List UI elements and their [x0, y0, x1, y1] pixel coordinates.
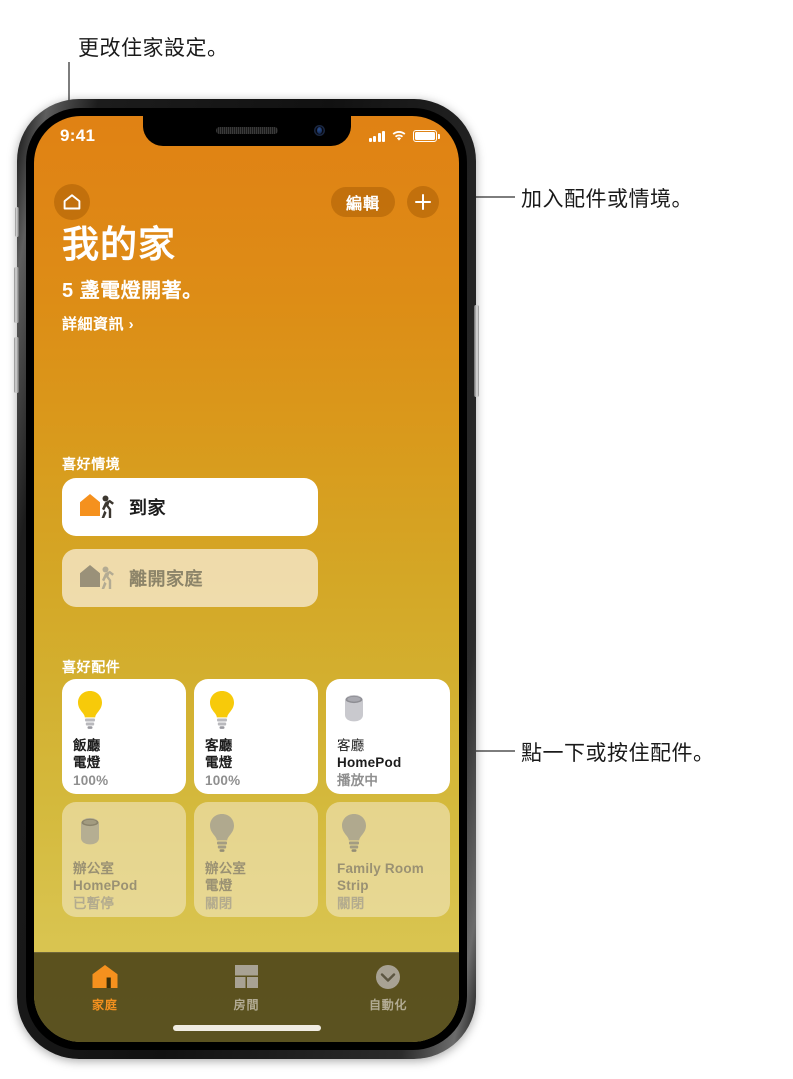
page-root: 更改住家設定。 加入配件或情境。 點一下或按住配件。 9:41 編輯 我的家 5… [0, 0, 793, 1079]
tile-name-line1: 飯廳 [73, 738, 101, 753]
tile-name-line2: 電燈 [205, 755, 233, 771]
accessory-tile[interactable]: 客廳 電燈 100% [194, 679, 318, 794]
lightbulb-icon [78, 691, 102, 729]
tile-icon-slot [337, 689, 439, 735]
favorite-scenes-list: 到家 離開家庭 [62, 478, 318, 620]
tile-status: 已暫停 [73, 895, 115, 911]
tile-icon-slot [73, 689, 175, 735]
tab-icon-slot [375, 962, 401, 991]
tab-label: 自動化 [368, 998, 408, 1012]
iphone-device-frame: 9:41 編輯 我的家 5 盞電燈開著。 詳細資訊 › 喜好情境 到家 離開家庭… [14, 99, 479, 1059]
favorite-accessories-grid: 飯廳 電燈 100% 客廳 電燈 100% 客廳 HomePod 播放中 辦公室… [62, 679, 450, 917]
status-bar: 9:41 [34, 116, 459, 150]
silent-switch[interactable] [15, 207, 19, 237]
page-title: 我的家 [62, 224, 176, 265]
tile-text-block: 辦公室 HomePod 已暫停 [73, 860, 175, 912]
accessory-tile[interactable]: 飯廳 電燈 100% [62, 679, 186, 794]
tab-home[interactable]: 家庭 [60, 962, 150, 1013]
tile-name-line1: 辦公室 [73, 861, 115, 876]
scene-label: 到家 [129, 498, 166, 518]
scene-card-leaving[interactable]: 離開家庭 [62, 549, 318, 607]
lightbulb-icon [210, 691, 234, 729]
add-accessory-button[interactable] [407, 186, 439, 218]
tile-name-line1: 辦公室 [205, 861, 247, 876]
homepod-icon [81, 818, 99, 845]
tile-text-block: 客廳 HomePod 播放中 [337, 737, 439, 789]
tile-name-line2: HomePod [73, 878, 138, 894]
tab-label: 房間 [233, 998, 260, 1012]
tile-name-line2: 電燈 [73, 755, 101, 771]
wifi-icon [392, 130, 406, 141]
home-status-summary: 5 盞電燈開著。 [62, 279, 203, 302]
tile-text-block: 客廳 電燈 100% [205, 737, 307, 789]
device-bezel: 9:41 編輯 我的家 5 盞電燈開著。 詳細資訊 › 喜好情境 到家 離開家庭… [26, 108, 467, 1050]
tile-name-line1: 客廳 [205, 738, 233, 753]
tile-name-line1: 客廳 [337, 738, 365, 753]
tile-status: 關閉 [205, 895, 233, 911]
accessories-section-title: 喜好配件 [62, 659, 121, 675]
callout-label-add: 加入配件或情境。 [521, 188, 693, 211]
tile-status: 關閉 [337, 895, 365, 911]
tile-status: 100% [205, 772, 241, 788]
volume-up-button[interactable] [14, 267, 19, 323]
tile-icon-slot [73, 812, 175, 858]
home-settings-button[interactable] [54, 184, 90, 220]
house-icon [63, 194, 81, 210]
house-filled-icon [92, 965, 118, 988]
scene-label: 離開家庭 [129, 569, 203, 589]
tile-text-block: Family Room Strip 關閉 [337, 860, 439, 912]
top-nav-bar: 編輯 [34, 180, 459, 224]
tab-icon-slot [234, 962, 259, 991]
lightbulb-icon [210, 814, 234, 852]
accessory-tile[interactable]: Family Room Strip 關閉 [326, 802, 450, 917]
scenes-section-title: 喜好情境 [62, 456, 121, 472]
tile-name-line1: Family Room [337, 861, 424, 876]
tile-status: 播放中 [337, 772, 379, 788]
nav-actions: 編輯 [330, 186, 439, 218]
status-bar-clock: 9:41 [60, 126, 96, 145]
scene-card-arriving[interactable]: 到家 [62, 478, 318, 536]
home-indicator[interactable] [172, 1025, 321, 1031]
tile-icon-slot [337, 812, 439, 858]
house-arriving-icon [80, 494, 114, 518]
home-header: 我的家 5 盞電燈開著。 詳細資訊 › [62, 224, 203, 334]
battery-icon [413, 130, 440, 142]
tab-icon-slot [91, 962, 119, 991]
signal-bars-icon [368, 130, 385, 142]
tile-name-line2: 電燈 [205, 878, 233, 894]
homepod-icon [345, 695, 363, 722]
tile-text-block: 飯廳 電燈 100% [73, 737, 175, 789]
tile-icon-slot [205, 812, 307, 858]
tile-name-line2: Strip [337, 878, 369, 894]
rooms-icon [234, 965, 258, 988]
phone-screen: 9:41 編輯 我的家 5 盞電燈開著。 詳細資訊 › 喜好情境 到家 離開家庭… [34, 116, 459, 1042]
edit-button[interactable]: 編輯 [330, 187, 395, 217]
tile-icon-slot [205, 689, 307, 735]
tile-text-block: 辦公室 電燈 關閉 [205, 860, 307, 912]
automation-clock-icon [376, 964, 401, 989]
status-bar-indicators [368, 130, 440, 142]
callout-label-accessory: 點一下或按住配件。 [521, 742, 715, 765]
tile-name-line2: HomePod [337, 755, 402, 771]
tab-label: 家庭 [92, 998, 118, 1012]
lightbulb-icon [342, 814, 366, 852]
accessory-tile[interactable]: 辦公室 電燈 關閉 [194, 802, 318, 917]
power-button[interactable] [474, 305, 479, 397]
tab-automation[interactable]: 自動化 [343, 962, 433, 1013]
volume-down-button[interactable] [14, 337, 19, 393]
tile-status: 100% [73, 772, 109, 788]
home-details-link[interactable]: 詳細資訊 › [62, 313, 203, 334]
accessory-tile[interactable]: 客廳 HomePod 播放中 [326, 679, 450, 794]
tab-rooms[interactable]: 房間 [201, 962, 291, 1013]
callout-label-settings: 更改住家設定。 [78, 37, 229, 60]
accessory-tile[interactable]: 辦公室 HomePod 已暫停 [62, 802, 186, 917]
house-leaving-icon [80, 565, 114, 589]
